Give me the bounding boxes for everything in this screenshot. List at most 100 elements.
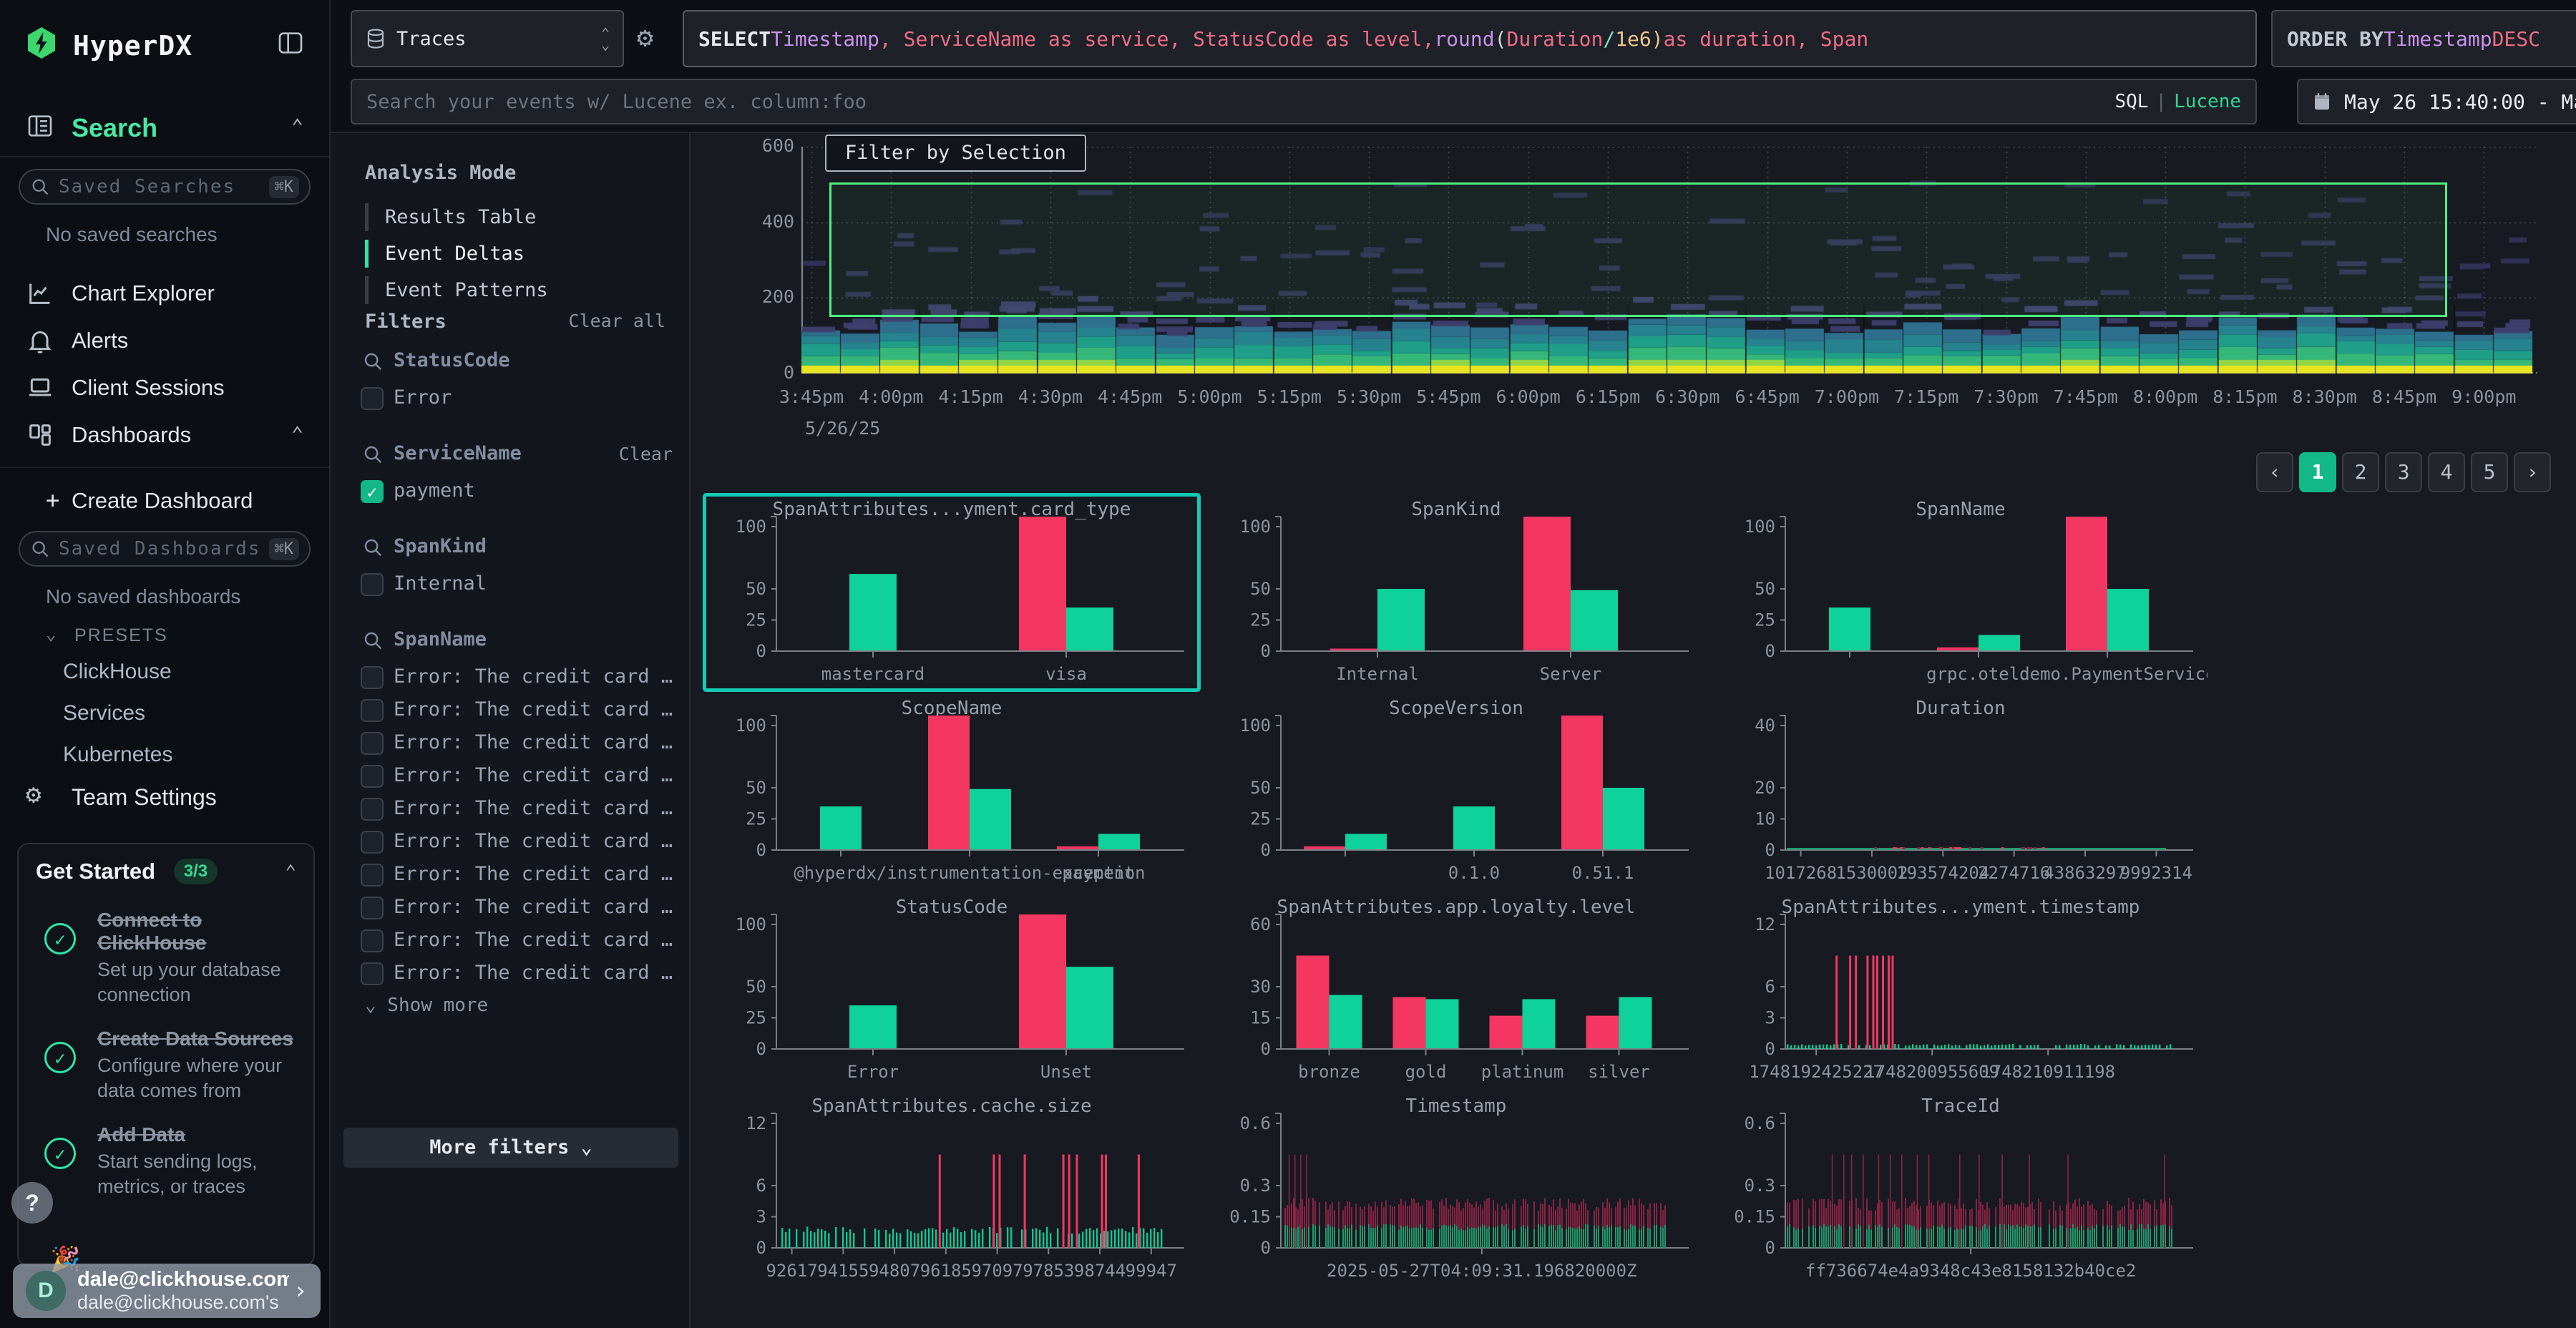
sidebar-item-kubernetes[interactable]: Kubernetes — [63, 743, 172, 767]
checkbox[interactable] — [361, 699, 384, 722]
mini-chart-spanattributes-app-loyalty-level[interactable]: SpanAttributes.app.loyalty.level0153060b… — [1209, 893, 1703, 1088]
checkbox[interactable] — [361, 387, 384, 410]
checkbox[interactable] — [361, 897, 384, 919]
page-next-button[interactable]: › — [2514, 452, 2551, 492]
checkbox[interactable] — [361, 765, 384, 788]
mini-chart-spanattributes-yment-timestamp[interactable]: SpanAttributes...yment.timestamp03612174… — [1714, 893, 2207, 1088]
filter-option[interactable]: Error: The credit card … — [365, 893, 673, 926]
search-section-header[interactable]: Search ⌃ — [0, 104, 329, 155]
filter-option[interactable]: Error: The credit card … — [365, 926, 673, 959]
get-started-step[interactable]: ✓ Connect to ClickHouse Set up your data… — [19, 899, 313, 1017]
mini-chart-scopeversion[interactable]: ScopeVersion025501000.1.00.51.1 — [1209, 694, 1703, 889]
filter-option[interactable]: ✓payment — [365, 477, 673, 509]
bell-icon — [26, 326, 54, 355]
heatmap-xtick: 8:00pm — [2126, 386, 2205, 407]
page-button-5[interactable]: 5 — [2471, 452, 2508, 492]
mini-chart-duration[interactable]: Duration01020401017268153000219357420422… — [1714, 694, 2207, 889]
chevron-up-icon[interactable]: ⌃ — [285, 861, 296, 883]
create-dashboard-button[interactable]: + Create Dashboard — [0, 481, 329, 525]
source-select[interactable]: Traces ⌃⌄ — [351, 10, 624, 67]
show-more-link[interactable]: ⌄ Show more — [365, 995, 673, 1016]
filter-option[interactable]: Error: The credit card … — [365, 761, 673, 794]
lang-toggle-lucene[interactable]: Lucene — [2174, 91, 2241, 112]
sidebar-item-services[interactable]: Services — [63, 701, 145, 726]
checkbox[interactable] — [361, 573, 384, 596]
sidebar-item-chart-explorer[interactable]: Chart Explorer — [0, 273, 329, 318]
checkbox[interactable] — [361, 929, 384, 952]
filter-clear-link[interactable]: Clear — [619, 444, 673, 464]
sidebar-item-team-settings[interactable]: ⚙ Team Settings — [0, 777, 329, 821]
tab-event-deltas[interactable]: Event Deltas — [365, 235, 548, 272]
page-button-1[interactable]: 1 — [2299, 452, 2336, 492]
date-range-picker[interactable]: May 26 15:40:00 - May 26 21:10:00 — [2297, 79, 2576, 125]
saved-dashboards-input[interactable]: Saved Dashboards ⌘K — [19, 531, 311, 567]
sql-select-input[interactable]: SELECT Timestamp, ServiceName as service… — [683, 10, 2257, 67]
presets-label[interactable]: PRESETS — [74, 625, 168, 646]
mini-chart-spankind[interactable]: SpanKind02550100InternalServer — [1209, 495, 1703, 690]
sidebar-item-dashboards[interactable]: Dashboards ⌃ — [0, 415, 329, 459]
filter-option[interactable]: Internal — [365, 570, 673, 602]
page-button-3[interactable]: 3 — [2385, 452, 2422, 492]
filter-option[interactable]: Error: The credit card … — [365, 663, 673, 695]
get-started-step[interactable]: ✓ Add Data Start sending logs, metrics, … — [19, 1113, 313, 1209]
sidebar-collapse-icon[interactable] — [276, 29, 305, 57]
svg-text:25: 25 — [1755, 610, 1775, 630]
lang-toggle-sql[interactable]: SQL — [2114, 91, 2148, 112]
sidebar-item-clickhouse[interactable]: ClickHouse — [63, 660, 172, 684]
mini-chart-scopename[interactable]: ScopeName02550100@hyperdx/instrumentatio… — [705, 694, 1199, 889]
mini-chart-timestamp[interactable]: Timestamp00.150.30.62025-05-27T04:09:31.… — [1209, 1092, 1703, 1286]
filter-option[interactable]: Error — [365, 384, 673, 416]
svg-text:0.1.0: 0.1.0 — [1448, 863, 1500, 883]
more-filters-button[interactable]: More filters ⌄ — [343, 1128, 678, 1168]
filter-option[interactable]: Error: The credit card … — [365, 860, 673, 893]
select-chevrons-icon: ⌃⌄ — [601, 27, 610, 50]
checkbox[interactable] — [361, 798, 384, 821]
search-icon — [362, 444, 384, 465]
checkbox[interactable] — [361, 666, 384, 689]
svg-text:Server: Server — [1540, 664, 1602, 684]
mini-chart-statuscode[interactable]: StatusCode02550100ErrorUnset — [705, 893, 1199, 1088]
heatmap-date-label: 5/26/25 — [805, 418, 880, 439]
filter-group-title: StatusCode — [394, 349, 510, 371]
clear-all-link[interactable]: Clear all — [569, 311, 665, 331]
order-by-input[interactable]: ORDER BY Timestamp DESC — [2271, 10, 2576, 67]
filter-option[interactable]: Error: The credit card … — [365, 695, 673, 728]
checkbox[interactable] — [361, 831, 384, 854]
page-button-4[interactable]: 4 — [2428, 452, 2465, 492]
gear-icon[interactable]: ⚙ — [637, 21, 653, 53]
mini-chart-traceid[interactable]: TraceId00.150.30.6ff736674e4a9348c43e815… — [1714, 1092, 2207, 1286]
saved-searches-input[interactable]: Saved Searches ⌘K — [19, 169, 311, 205]
sql-token: Duration — [1506, 27, 1603, 51]
page-prev-button[interactable]: ‹ — [2256, 452, 2293, 492]
sidebar-item-client-sessions[interactable]: Client Sessions — [0, 368, 329, 412]
filter-option[interactable]: Error: The credit card … — [365, 827, 673, 860]
checkbox[interactable] — [361, 864, 384, 887]
mini-chart-spanattributes-yment-card-type[interactable]: SpanAttributes...yment.card_type02550100… — [705, 495, 1199, 690]
tab-results-table[interactable]: Results Table — [365, 199, 548, 235]
checkbox[interactable] — [361, 962, 384, 985]
heatmap-xtick: 4:15pm — [932, 386, 1010, 407]
svg-text:0: 0 — [1261, 1238, 1271, 1258]
mini-chart-spanname[interactable]: SpanName02550100grpc.oteldemo.PaymentSer… — [1714, 495, 2207, 690]
sidebar-item-alerts[interactable]: Alerts — [0, 321, 329, 365]
chevron-down-icon[interactable]: ⌄ — [46, 624, 56, 644]
chevron-up-icon[interactable]: ⌃ — [291, 114, 303, 138]
chevron-right-icon: › — [293, 1276, 308, 1305]
step-desc: Configure where your data comes from — [97, 1053, 296, 1103]
get-started-step[interactable]: ✓ Create Data Sources Configure where yo… — [19, 1017, 313, 1113]
lucene-search-input[interactable]: Search your events w/ Lucene ex. column:… — [351, 79, 2257, 125]
filter-by-selection-button[interactable]: Filter by Selection — [825, 135, 1086, 172]
user-menu[interactable]: D dale@clickhouse.com dale@clickhouse.co… — [13, 1264, 321, 1318]
filter-option[interactable]: Error: The credit card … — [365, 959, 673, 992]
page-button-2[interactable]: 2 — [2342, 452, 2379, 492]
filter-option[interactable]: Error: The credit card … — [365, 728, 673, 761]
filter-option[interactable]: Error: The credit card … — [365, 794, 673, 827]
help-button[interactable]: ? — [11, 1182, 53, 1224]
heatmap-selection-box[interactable] — [829, 182, 2447, 317]
checkbox-checked[interactable]: ✓ — [361, 480, 384, 503]
checkbox[interactable] — [361, 732, 384, 755]
filter-group-title: ServiceName — [394, 442, 522, 464]
tab-event-patterns[interactable]: Event Patterns — [365, 272, 548, 308]
mini-chart-spanattributes-cache-size[interactable]: SpanAttributes.cache.size036129261794155… — [705, 1092, 1199, 1286]
svg-text:50: 50 — [746, 579, 766, 599]
